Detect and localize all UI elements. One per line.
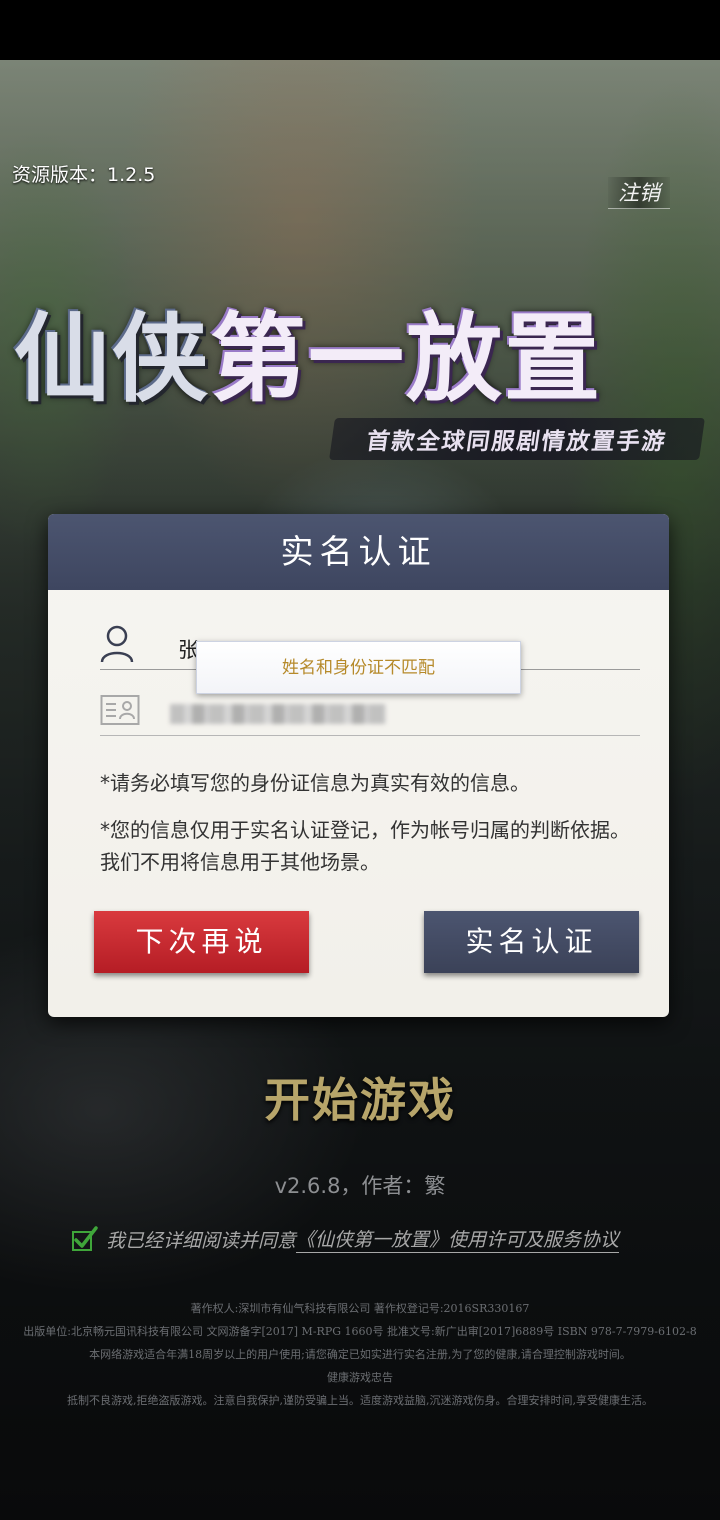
- real-name-dialog: 实名认证 张 姓名和身份证不匹配 *请务必填写您的身份证信息为真实有效的信息。 …: [48, 514, 669, 1017]
- verify-button[interactable]: 实名认证: [424, 911, 639, 973]
- agreement-row: 我已经详细阅读并同意 《仙侠第一放置》使用许可及服务协议: [72, 1222, 620, 1256]
- id-card-icon: [100, 695, 140, 725]
- later-button[interactable]: 下次再说: [94, 911, 309, 973]
- logo-slogan: 首款全球同服剧情放置手游: [329, 418, 705, 460]
- agreement-link[interactable]: 《仙侠第一放置》使用许可及服务协议: [296, 1225, 620, 1253]
- status-bar: [0, 0, 720, 60]
- logo-title-part-a: 仙侠: [14, 301, 210, 415]
- checkbox-check-icon[interactable]: [72, 1225, 98, 1253]
- logo-title-part-b: 第一放置: [210, 301, 602, 415]
- resource-version: 资源版本：1.2.5: [12, 164, 156, 186]
- user-icon: [100, 625, 134, 663]
- agreement-text: 我已经详细阅读并同意: [106, 1229, 297, 1252]
- footer: 著作权人:深圳市有仙气科技有限公司 著作权登记号:2016SR330167 出版…: [0, 1297, 720, 1412]
- notice-text-1: *请务必填写您的身份证信息为真实有效的信息。: [100, 771, 530, 795]
- id-number-redacted: [170, 704, 386, 724]
- footer-health-title: 健康游戏忠告: [327, 1371, 393, 1384]
- start-game-button[interactable]: 开始游戏: [0, 1064, 720, 1130]
- logout-button[interactable]: 注销: [608, 177, 670, 209]
- app-version: v2.6.8，作者：繁: [274, 1174, 446, 1198]
- footer-publisher: 出版单位:北京畅元国讯科技有限公司 文网游备字[2017] M-RPG 1660…: [23, 1325, 697, 1338]
- footer-copyright: 著作权人:深圳市有仙气科技有限公司 著作权登记号:2016SR330167: [190, 1302, 530, 1315]
- footer-health-advice: 抵制不良游戏,拒绝盗版游戏。注意自我保护,谨防受骗上当。适度游戏益脑,沉迷游戏伤…: [67, 1394, 653, 1407]
- notice-text-2: *您的信息仅用于实名认证登记，作为帐号归属的判断依据。我们不用将信息用于其他场景…: [100, 818, 630, 874]
- error-toast: 姓名和身份证不匹配: [196, 641, 521, 694]
- game-logo: 仙侠 第一放置: [14, 290, 714, 415]
- footer-age-notice: 本网络游戏适合年满18周岁以上的用户使用;请您确定已如实进行实名注册,为了您的健…: [89, 1348, 631, 1361]
- dialog-title: 实名认证: [48, 514, 669, 590]
